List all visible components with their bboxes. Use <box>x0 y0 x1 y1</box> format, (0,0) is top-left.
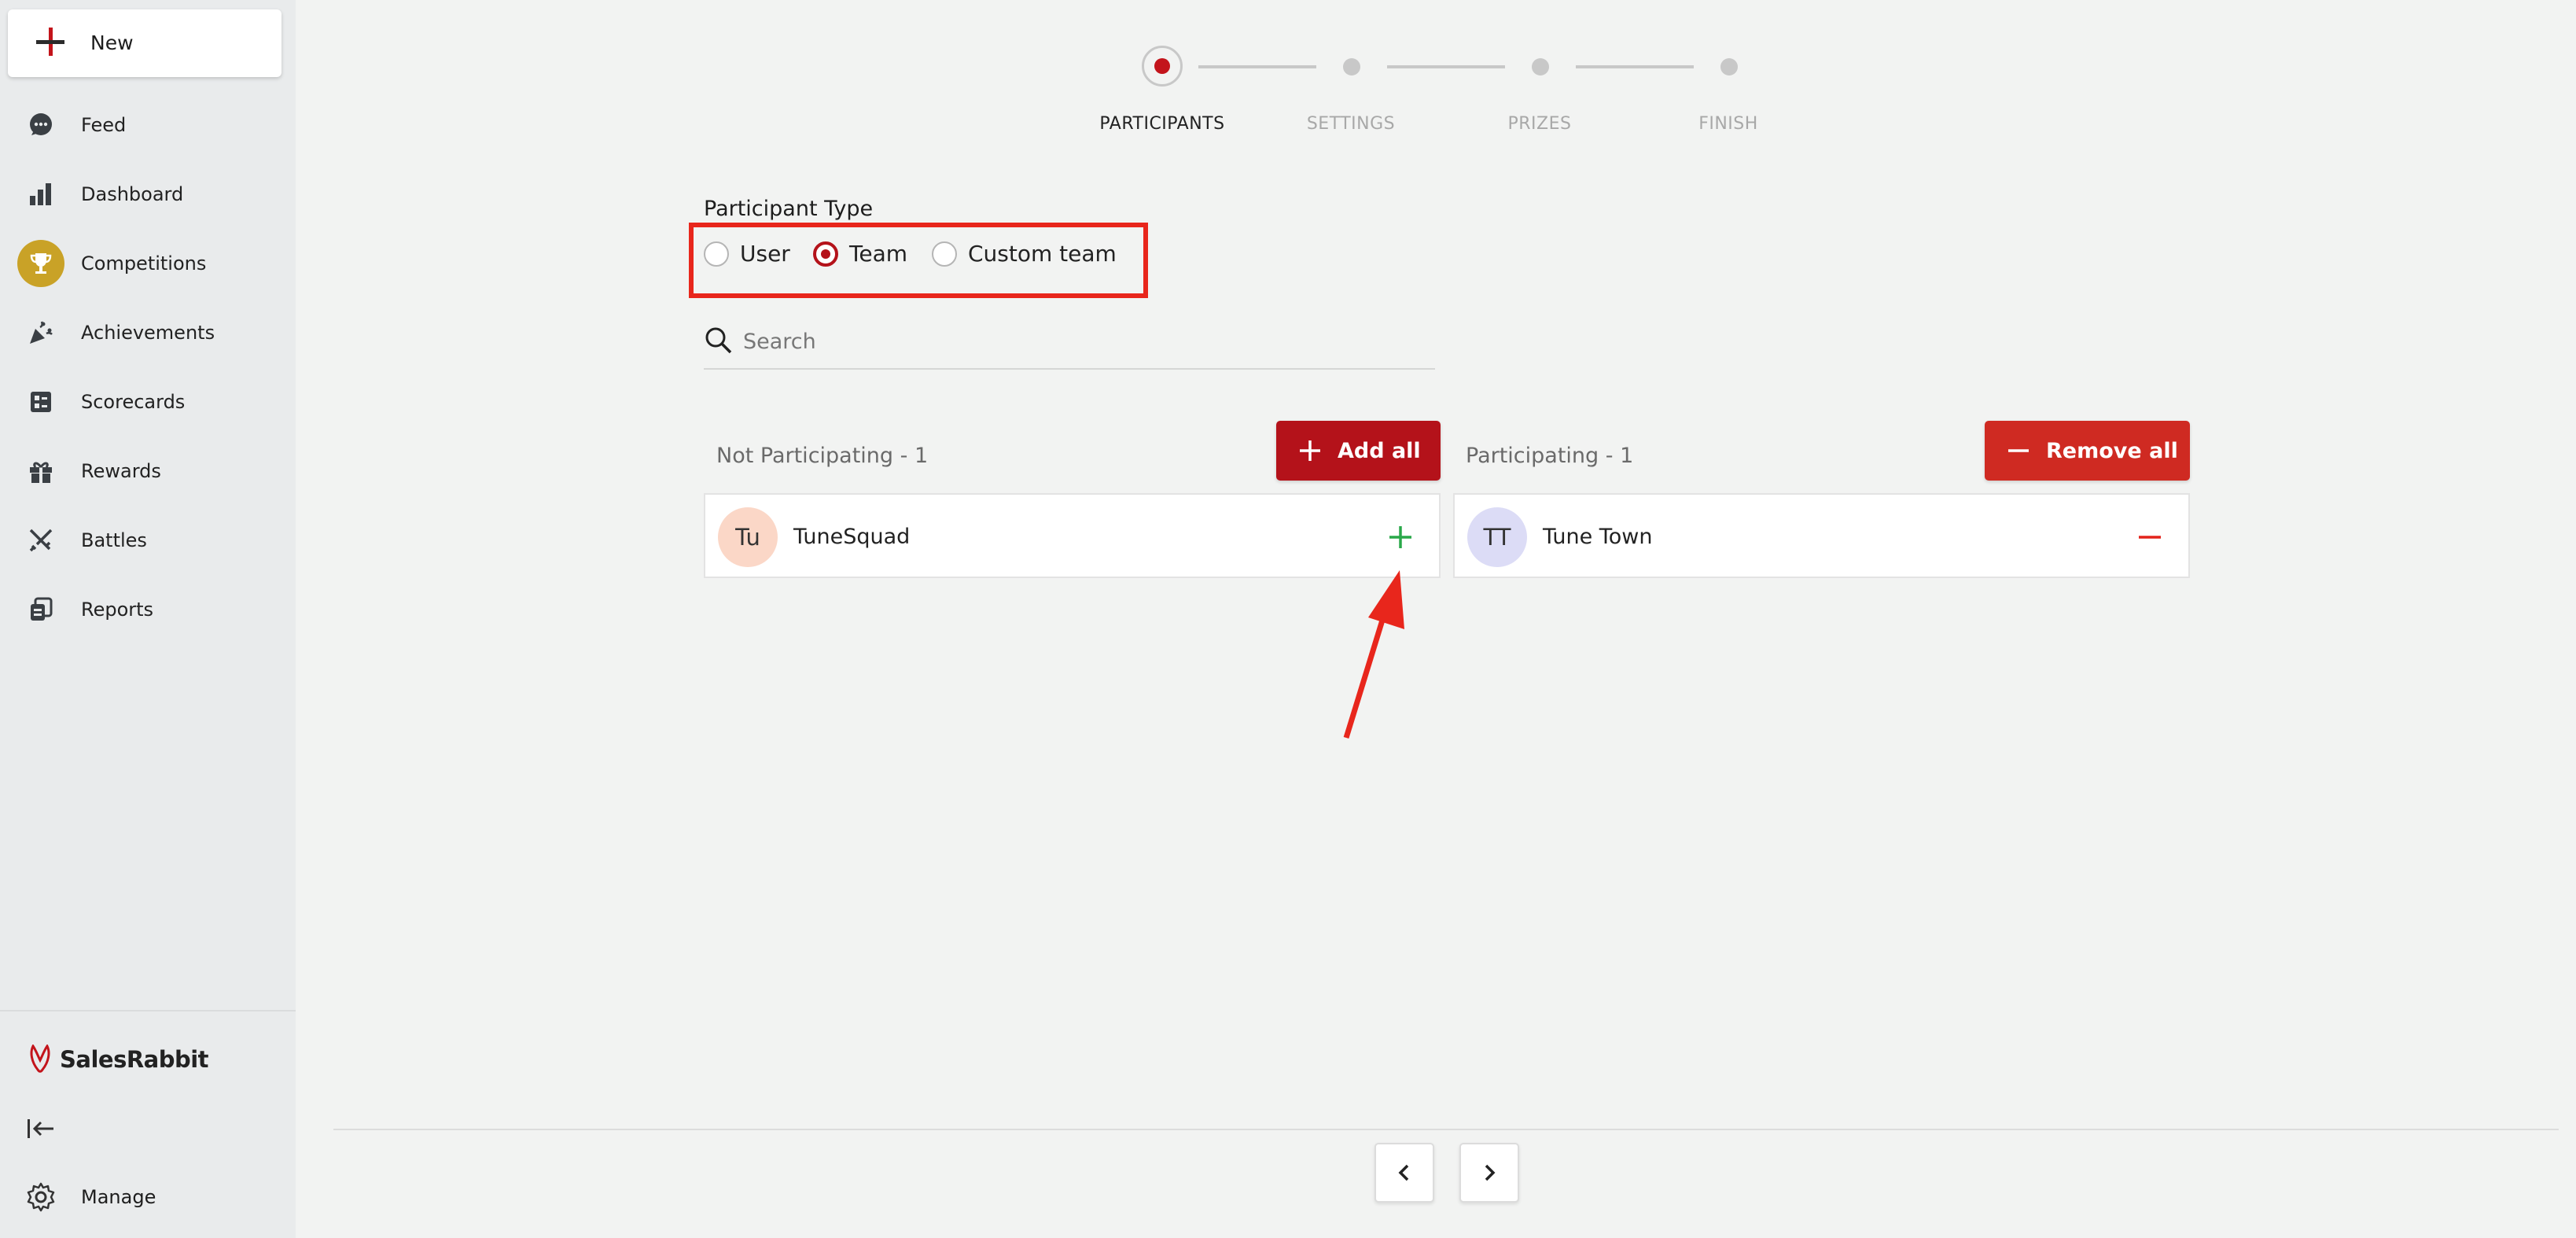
sidebar-item-label: Reports <box>81 599 154 621</box>
remove-all-button[interactable]: Remove all <box>1985 421 2190 481</box>
plus-icon <box>1298 439 1322 462</box>
sidebar-item-dashboard[interactable]: Dashboard <box>0 163 296 226</box>
radio-circle[interactable] <box>704 241 729 267</box>
radio-circle[interactable] <box>932 241 957 267</box>
sidebar: New Feed Dashboard Competitions Achievem… <box>0 0 296 1238</box>
brand-logo: SalesRabbit <box>28 1045 209 1074</box>
participant-name: TuneSquad <box>793 525 911 549</box>
sidebar-item-label: Battles <box>81 529 147 551</box>
sidebar-item-label: Dashboard <box>81 183 184 205</box>
radio-label: User <box>740 241 790 267</box>
chevron-left-icon <box>1398 1164 1409 1181</box>
step-connector <box>1576 65 1694 68</box>
sidebar-item-scorecards[interactable]: Scorecards <box>0 370 296 433</box>
radio-team[interactable]: Team <box>813 241 907 267</box>
sidebar-divider <box>0 1010 296 1011</box>
remove-participant-icon[interactable] <box>2131 518 2169 556</box>
annotation-arrow <box>1343 570 1404 739</box>
footer-divider <box>333 1129 2559 1130</box>
sidebar-item-feed[interactable]: Feed <box>0 94 296 157</box>
confetti-icon <box>17 309 64 356</box>
step-connector <box>1198 65 1316 68</box>
brand-name: SalesRabbit <box>60 1046 209 1073</box>
sidebar-item-label: Feed <box>81 114 127 136</box>
not-participating-title: Not Participating - 1 <box>716 444 929 468</box>
radio-label: Team <box>849 241 908 267</box>
step-connector <box>1387 65 1505 68</box>
radio-circle-checked[interactable] <box>813 241 838 267</box>
sidebar-item-label: Scorecards <box>81 391 186 413</box>
radio-custom-team[interactable]: Custom team <box>932 241 1117 267</box>
sidebar-item-manage[interactable]: Manage <box>0 1166 296 1229</box>
step-label-prizes: PRIZES <box>1507 114 1572 134</box>
sidebar-item-achievements[interactable]: Achievements <box>0 301 296 364</box>
scorecard-icon <box>17 378 64 426</box>
new-button[interactable]: New <box>8 9 282 77</box>
bar-chart-icon <box>17 171 64 218</box>
add-participant-icon[interactable] <box>1382 518 1419 556</box>
participant-name: Tune Town <box>1543 525 1653 549</box>
new-button-label: New <box>90 31 134 54</box>
sidebar-item-label: Competitions <box>81 252 207 274</box>
step-label-participants: PARTICIPANTS <box>1099 114 1225 134</box>
rabbit-logo-icon <box>30 1045 50 1073</box>
previous-step-button[interactable] <box>1374 1143 1434 1203</box>
avatar: TT <box>1467 507 1527 567</box>
radio-label: Custom team <box>968 241 1117 267</box>
participating-title: Participating - 1 <box>1466 444 1634 468</box>
search-bar <box>704 318 1435 370</box>
step-label-finish: FINISH <box>1698 114 1758 134</box>
sidebar-item-battles[interactable]: Battles <box>0 509 296 572</box>
step-participants-indicator[interactable] <box>1142 46 1183 87</box>
list-item: Tu TuneSquad <box>704 493 1441 578</box>
plus-icon <box>36 28 64 56</box>
trophy-icon <box>17 240 64 287</box>
step-finish-indicator[interactable] <box>1720 58 1738 76</box>
crossed-swords-icon <box>17 517 64 564</box>
sidebar-item-rewards[interactable]: Rewards <box>0 440 296 503</box>
participant-type-label: Participant Type <box>704 197 874 221</box>
add-all-label: Add all <box>1338 438 1421 463</box>
minus-icon <box>2007 439 2030 462</box>
sidebar-item-reports[interactable]: Reports <box>0 578 296 641</box>
add-all-button[interactable]: Add all <box>1276 421 1441 481</box>
search-input[interactable] <box>743 324 1419 359</box>
chevron-right-icon <box>1485 1164 1496 1181</box>
reports-icon <box>17 586 64 633</box>
list-item: TT Tune Town <box>1453 493 2190 578</box>
radio-user[interactable]: User <box>704 241 790 267</box>
collapse-sidebar-icon[interactable] <box>25 1113 57 1144</box>
remove-all-label: Remove all <box>2046 438 2178 463</box>
gear-icon <box>25 1181 57 1216</box>
manage-label: Manage <box>81 1186 156 1208</box>
search-icon <box>704 326 734 359</box>
step-settings-indicator[interactable] <box>1343 58 1360 76</box>
sidebar-item-competitions[interactable]: Competitions <box>0 232 296 295</box>
sidebar-item-label: Achievements <box>81 322 215 344</box>
step-label-settings: SETTINGS <box>1306 114 1396 134</box>
next-step-button[interactable] <box>1459 1143 1519 1203</box>
sidebar-item-label: Rewards <box>81 460 161 482</box>
step-prizes-indicator[interactable] <box>1532 58 1549 76</box>
avatar: Tu <box>718 507 778 567</box>
chat-bubble-icon <box>17 101 64 149</box>
gift-icon <box>17 448 64 495</box>
